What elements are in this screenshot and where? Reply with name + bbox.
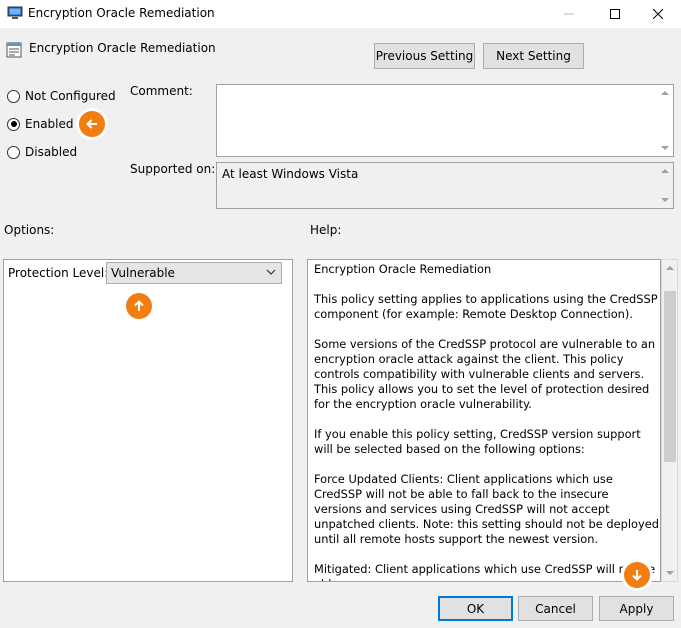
protection-level-dropdown[interactable]: Vulnerable — [106, 262, 282, 284]
radio-circle[interactable] — [7, 89, 20, 103]
help-paragraph: Mitigated: Client applications which use… — [314, 562, 655, 581]
help-paragraph: If you enable this policy setting, CredS… — [314, 427, 641, 456]
supported-scrollbar[interactable] — [658, 163, 673, 208]
enabled-label: Enabled — [25, 117, 74, 131]
disabled-label: Disabled — [25, 145, 78, 159]
next-setting-button[interactable]: Next Setting — [483, 43, 584, 69]
maximize-button[interactable] — [592, 0, 638, 28]
close-button[interactable] — [635, 0, 681, 28]
monitor-icon — [7, 5, 23, 21]
comment-label: Comment: — [130, 84, 193, 98]
minimize-icon — [564, 13, 574, 15]
scroll-up-icon[interactable] — [666, 266, 674, 270]
help-text: Encryption Oracle Remediation This polic… — [314, 262, 659, 581]
scroll-down-icon[interactable] — [666, 571, 674, 575]
close-icon — [653, 9, 663, 19]
scroll-up-icon[interactable] — [661, 91, 669, 95]
help-paragraph: Some versions of the CredSSP protocol ar… — [314, 337, 656, 411]
supported-on-field: At least Windows Vista — [216, 162, 674, 209]
scroll-down-icon[interactable] — [661, 146, 669, 150]
comment-scrollbar[interactable] — [658, 85, 673, 156]
radio-circle[interactable] — [7, 145, 20, 159]
help-pane: Encryption Oracle Remediation This polic… — [307, 259, 661, 582]
help-paragraph: This policy setting applies to applicati… — [314, 292, 658, 321]
maximize-icon — [610, 9, 620, 19]
options-label: Options: — [4, 223, 55, 237]
supported-on-value: At least Windows Vista — [222, 167, 359, 181]
minimize-button[interactable] — [546, 0, 592, 28]
cancel-button[interactable]: Cancel — [518, 596, 593, 621]
protection-level-value: Vulnerable — [111, 266, 175, 280]
ok-button[interactable]: OK — [438, 596, 513, 621]
supported-on-label: Supported on: — [130, 162, 216, 176]
help-paragraph: Encryption Oracle Remediation — [314, 262, 492, 276]
comment-textarea[interactable] — [216, 84, 674, 157]
policy-setting-icon — [6, 42, 22, 58]
arrow-left-icon — [79, 111, 105, 137]
not-configured-radio[interactable]: Not Configured — [7, 89, 116, 103]
chevron-down-icon — [265, 266, 277, 281]
protection-level-label: Protection Level: — [8, 266, 109, 280]
scroll-up-icon[interactable] — [661, 169, 669, 173]
window-title: Encryption Oracle Remediation — [28, 6, 215, 20]
scroll-thumb[interactable] — [664, 291, 676, 462]
help-scrollbar[interactable] — [661, 259, 678, 582]
policy-title: Encryption Oracle Remediation — [29, 41, 216, 55]
enabled-radio[interactable]: Enabled — [7, 117, 74, 131]
previous-setting-button[interactable]: Previous Setting — [374, 43, 475, 69]
not-configured-label: Not Configured — [25, 89, 116, 103]
radio-circle-selected[interactable] — [7, 117, 20, 131]
scroll-down-icon[interactable] — [661, 198, 669, 202]
arrow-up-icon — [126, 293, 152, 319]
help-paragraph: Force Updated Clients: Client applicatio… — [314, 472, 659, 546]
disabled-radio[interactable]: Disabled — [7, 145, 77, 159]
arrow-down-icon — [624, 562, 650, 588]
apply-button[interactable]: Apply — [599, 596, 674, 621]
help-label: Help: — [310, 223, 342, 237]
